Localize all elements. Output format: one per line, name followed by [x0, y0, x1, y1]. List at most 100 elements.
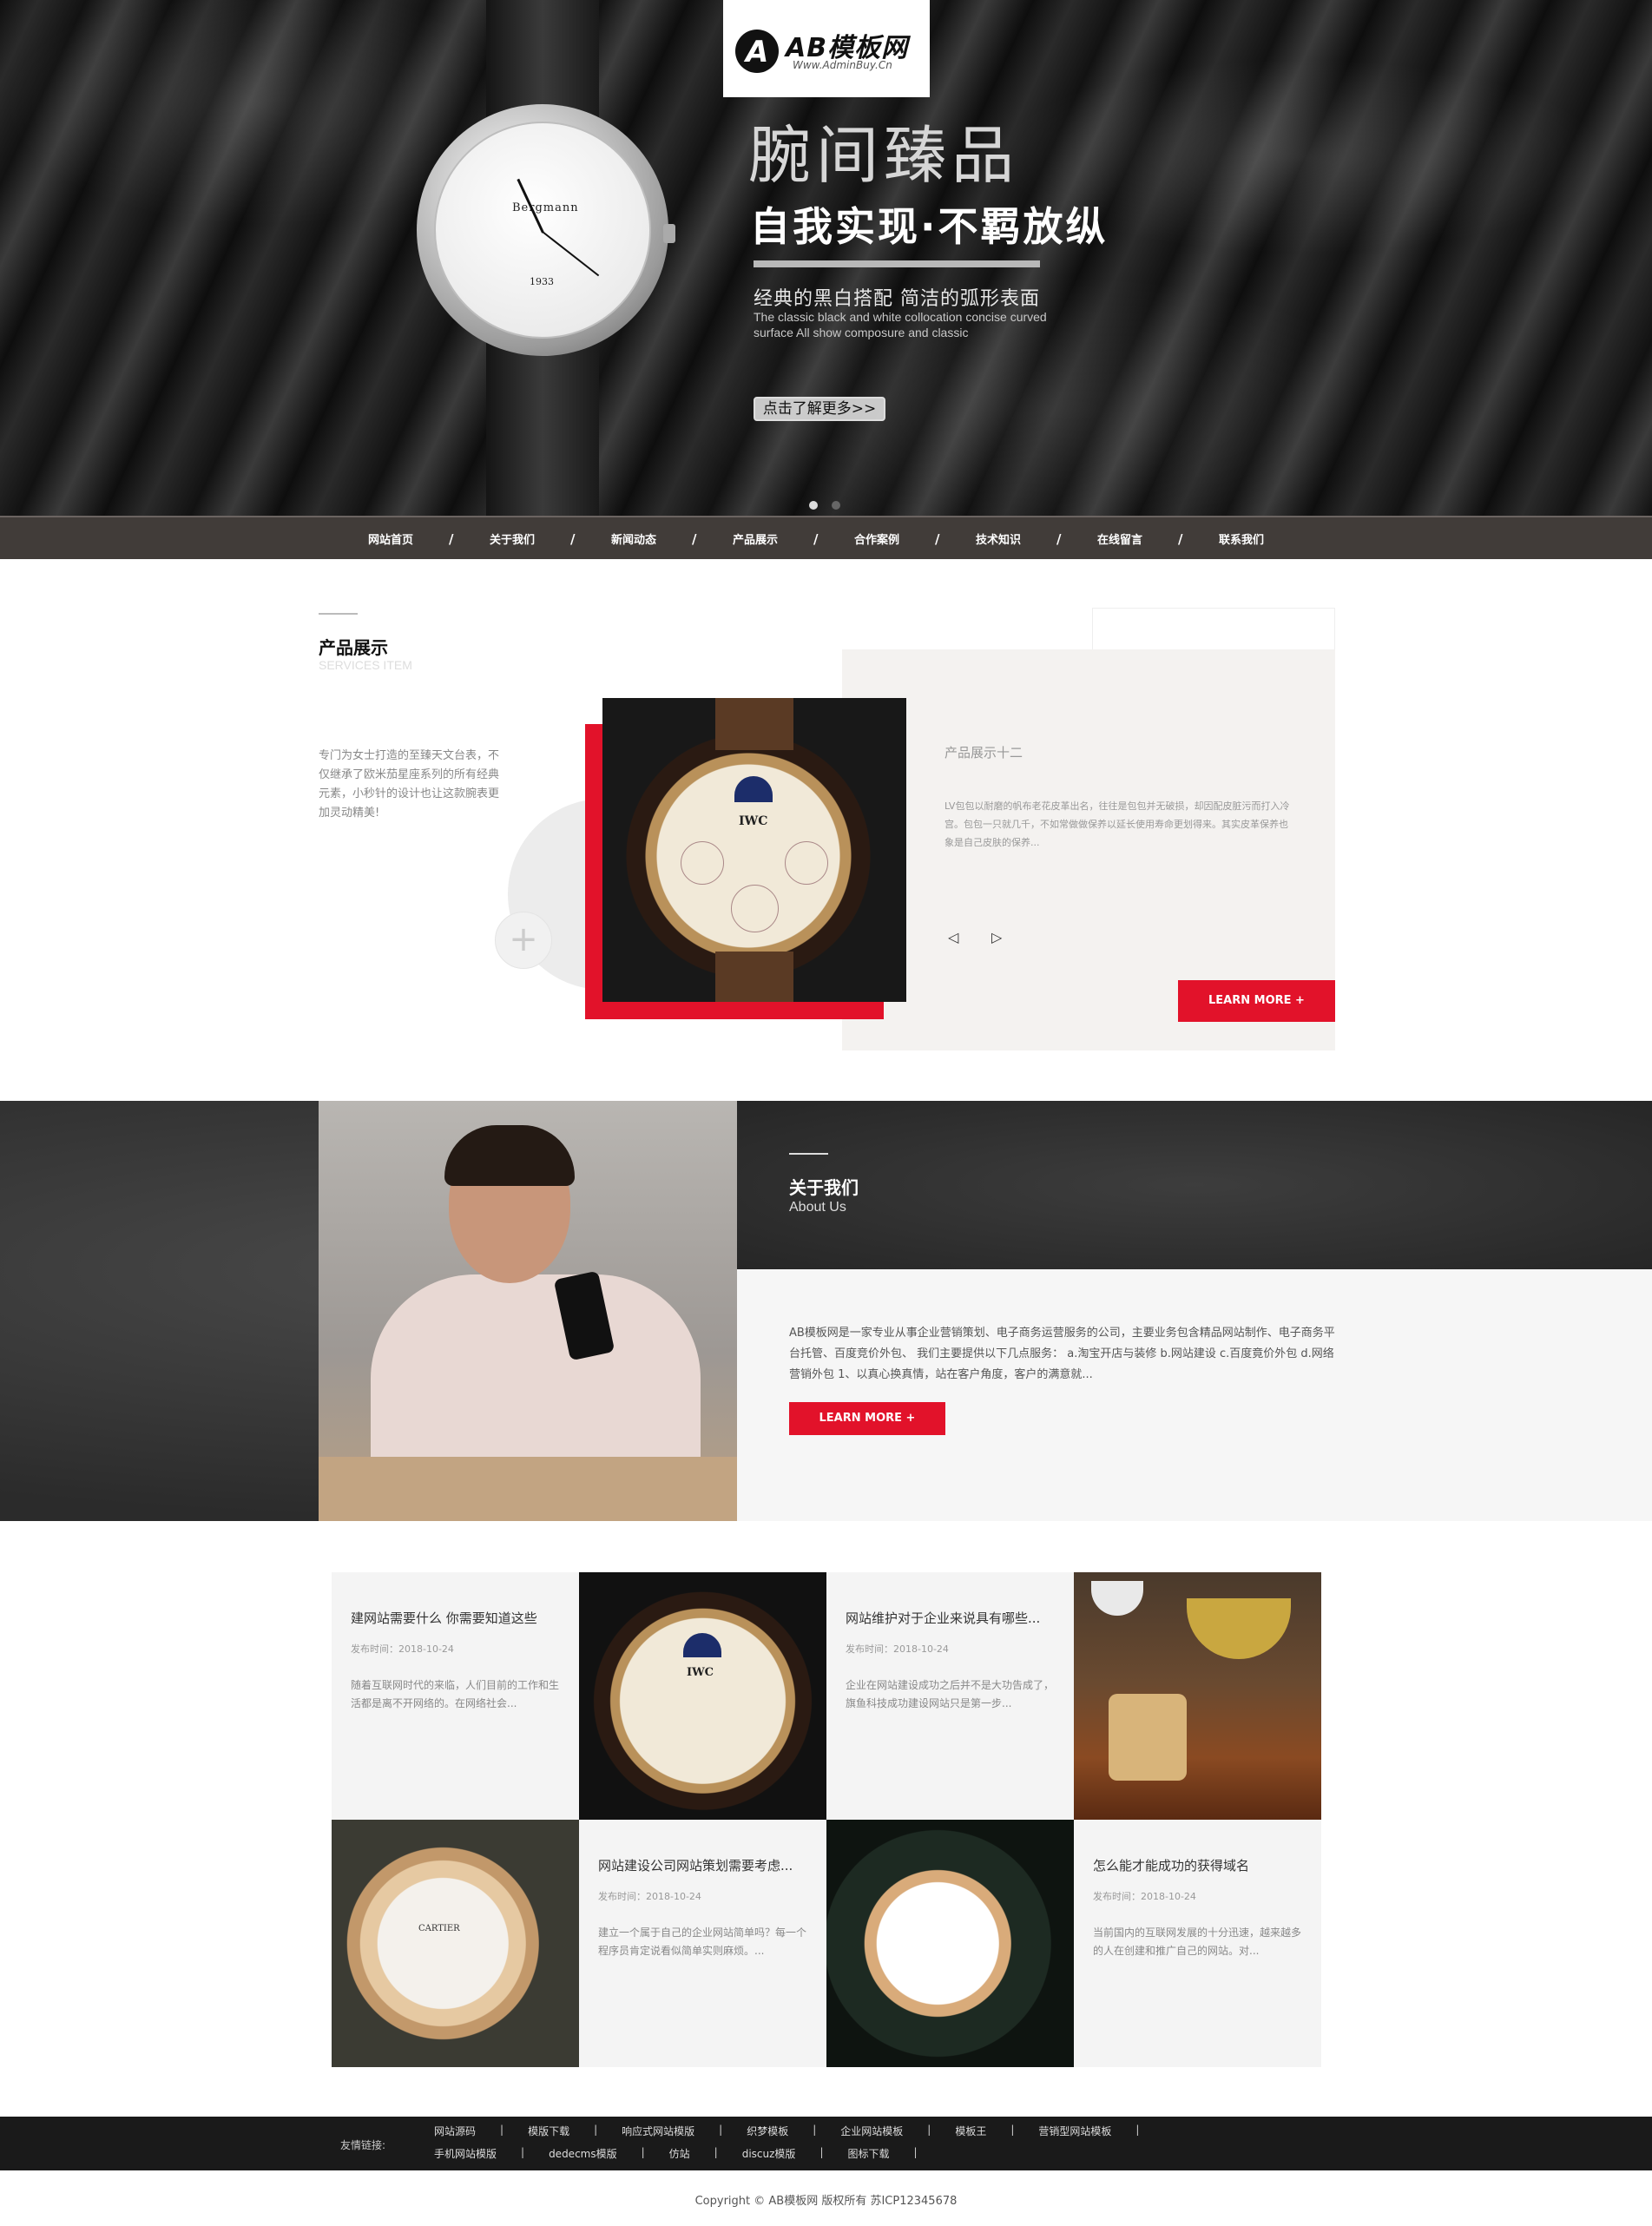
nav-item-contact[interactable]: 联系我们 — [1181, 530, 1302, 547]
footer-separator: | — [913, 2146, 918, 2158]
moon-phase-dial — [683, 1633, 721, 1657]
nav-separator: / — [692, 531, 697, 547]
tea-cup — [1091, 1581, 1143, 1616]
footer-link[interactable]: 网站源码 — [434, 2124, 476, 2138]
logo-a-icon — [735, 30, 779, 73]
product-learn-more-button[interactable]: LEARN MORE + — [1178, 980, 1335, 1022]
nav-separator: / — [935, 531, 940, 547]
footer-link[interactable]: 织梦模板 — [747, 2124, 788, 2138]
friend-links-label: 友情链接: — [340, 2139, 386, 2151]
friend-links-row-2: 手机网站模版 | dedecms模版 | 仿站 | discuz模版 | 图标下载 | — [434, 2146, 942, 2161]
hero-banner: Bergmann 1933 AB模板网 Www.AdminBuy.Cn 腕间臻品… — [0, 0, 1652, 516]
news-card[interactable]: 网站建设公司网站策划需要考虑... 发布时间：2018-10-24 建立一个属于… — [579, 1820, 826, 2067]
footer-link[interactable]: 仿站 — [669, 2146, 690, 2161]
nav-item-news[interactable]: 新闻动态 — [573, 530, 694, 547]
nav-separator: / — [813, 531, 819, 547]
footer-separator: | — [594, 2124, 598, 2136]
news-card[interactable]: 建网站需要什么 你需要知道这些 发布时间：2018-10-24 随着互联网时代的… — [332, 1572, 579, 1820]
nav-item-message[interactable]: 在线留言 — [1059, 530, 1181, 547]
footer-link[interactable]: 企业网站模板 — [840, 2124, 903, 2138]
about-title: 关于我们 — [789, 1177, 859, 1198]
watch-brand-text: Bergmann — [512, 201, 579, 214]
prev-arrow-icon[interactable]: ◁ — [948, 929, 958, 945]
hero-tagline-cn: 经典的黑白搭配 简洁的弧形表面 — [754, 288, 1040, 310]
friend-links-row-1: 网站源码 | 模版下载 | 响应式网站模版 | 织梦模板 | 企业网站模板 | 模板王 | … — [434, 2124, 1163, 2138]
news-summary: 建立一个属于自己的企业网站简单吗？每一个程序员肯定说看似简单实则麻烦。... — [598, 1926, 807, 1957]
nav-item-about[interactable]: 关于我们 — [451, 530, 573, 547]
product-description: 专门为女士打造的至臻天文台表，不仅继承了欧米茄星座系列的所有经典元素，小秒针的设… — [319, 749, 500, 820]
news-summary: 当前国内的互联网发展的十分迅速，越来越多的人在创建和推广自己的网站。对... — [1093, 1926, 1302, 1957]
footer-link[interactable]: 图标下载 — [847, 2146, 889, 2161]
slider-dots — [809, 497, 854, 513]
nav-item-cases[interactable]: 合作案例 — [816, 530, 938, 547]
news-date: 发布时间：2018-10-24 — [1093, 1891, 1196, 1902]
hero-divider — [754, 260, 1040, 267]
logo-subtitle: Www.AdminBuy.Cn — [793, 59, 892, 71]
person-hair — [444, 1125, 575, 1186]
news-title[interactable]: 建网站需要什么 你需要知道这些 — [351, 1609, 568, 1627]
news-card[interactable]: 网站维护对于企业来说具有哪些... 发布时间：2018-10-24 企业在网站建… — [826, 1572, 1074, 1820]
footer-link[interactable]: 模版下载 — [528, 2124, 569, 2138]
product-subtitle: SERVICES ITEM — [319, 658, 412, 672]
nav-separator: / — [570, 531, 576, 547]
watch-brand-text: IWC — [687, 1666, 714, 1679]
news-summary: 随着互联网时代的来临，人们目前的工作和生活都是离不开网络的。在网络社会... — [351, 1679, 560, 1709]
news-title[interactable]: 网站建设公司网站策划需要考虑... — [598, 1856, 815, 1874]
product-item-name[interactable]: 产品展示十二 — [944, 743, 1023, 761]
about-text: AB模板网是一家专业从事企业营销策划、电子商务运营服务的公司，主要业务包含精品网… — [789, 1327, 1335, 1381]
main-nav: 网站首页 关于我们 新闻动态 产品展示 合作案例 技术知识 在线留言 联系我们 … — [0, 516, 1652, 559]
nav-item-home[interactable]: 网站首页 — [330, 530, 451, 547]
subdial-bottom — [731, 885, 779, 932]
footer-separator: | — [813, 2124, 817, 2136]
nav-item-knowledge[interactable]: 技术知识 — [938, 530, 1059, 547]
footer-link[interactable]: dedecms模版 — [549, 2146, 617, 2161]
copyright: Copyright © AB模板网 版权所有 苏ICP12345678 — [694, 2195, 958, 2208]
watch-strap-top — [715, 698, 793, 750]
product-item-text: LV包包以耐磨的帆布老花皮革出名，往往是包包并无破损，却因配皮脏污而打入冷宫。包… — [944, 800, 1290, 848]
hero-tagline-en: The classic black and white collocation … — [754, 310, 1047, 339]
slider-dot-1[interactable] — [809, 501, 818, 510]
footer-link[interactable]: discuz模版 — [742, 2146, 796, 2161]
slider-dot-2[interactable] — [832, 501, 840, 510]
product-title-line — [319, 613, 358, 615]
watch-strap-bottom — [715, 952, 793, 1002]
footer-link[interactable]: 营销型网站模板 — [1038, 2124, 1111, 2138]
news-summary: 企业在网站建设成功之后并不是大功告成了，旗鱼科技成功建设网站只是第一步... — [846, 1679, 1055, 1709]
nav-item-products[interactable]: 产品展示 — [694, 530, 816, 547]
about-learn-more-button[interactable]: LEARN MORE + — [789, 1402, 945, 1435]
news-card[interactable]: 怎么能才能成功的获得域名 发布时间：2018-10-24 当前国内的互联网发展的… — [1074, 1820, 1321, 2067]
watch-brand-text: IWC — [739, 814, 768, 828]
news-image-rose-gold-watch[interactable] — [826, 1820, 1074, 2067]
watch-strap-bottom — [486, 330, 599, 516]
product-image[interactable]: IWC — [602, 698, 906, 1002]
watch-on-table — [1109, 1694, 1187, 1781]
news-image-tea-table[interactable] — [1074, 1572, 1321, 1820]
footer-separator: | — [521, 2146, 525, 2158]
footer-separator: | — [819, 2146, 824, 2158]
hero-more-button[interactable]: 点击了解更多>> — [754, 397, 885, 421]
news-title[interactable]: 网站维护对于企业来说具有哪些... — [846, 1609, 1063, 1627]
news-image-cartier-watch[interactable]: CARTIER — [332, 1820, 579, 2067]
plus-icon[interactable]: + — [495, 912, 552, 969]
news-title[interactable]: 怎么能才能成功的获得域名 — [1093, 1856, 1310, 1874]
nav-separator: / — [1178, 531, 1183, 547]
news-date: 发布时间：2018-10-24 — [351, 1643, 454, 1655]
about-header-panel — [737, 1101, 1652, 1269]
footer-separator: | — [1010, 2124, 1015, 2136]
footer-link[interactable]: 手机网站模版 — [434, 2146, 497, 2161]
moon-phase-dial — [734, 776, 773, 802]
footer-separator: | — [641, 2146, 645, 2158]
footer-separator: | — [927, 2124, 931, 2136]
watch-crown — [663, 224, 675, 243]
footer-link[interactable]: 响应式网站模版 — [622, 2124, 694, 2138]
hero-headline: 腕间臻品 — [748, 119, 1020, 192]
next-arrow-icon[interactable]: ▷ — [991, 929, 1002, 945]
tea-bowl — [1187, 1598, 1291, 1659]
footer-link[interactable]: 模板王 — [955, 2124, 986, 2138]
nav-separator: / — [1056, 531, 1062, 547]
site-logo[interactable]: AB模板网 Www.AdminBuy.Cn — [723, 0, 930, 97]
footer-separator: | — [1135, 2124, 1140, 2136]
news-image-iwc-watch[interactable]: IWC — [579, 1572, 826, 1820]
watch-year-text: 1933 — [530, 276, 554, 287]
news-date: 发布时间：2018-10-24 — [846, 1643, 949, 1655]
